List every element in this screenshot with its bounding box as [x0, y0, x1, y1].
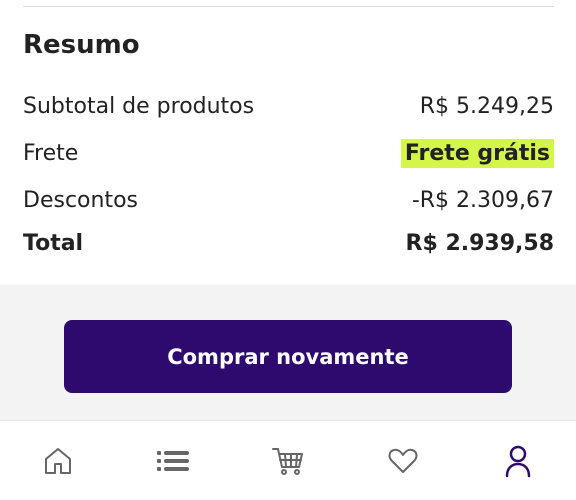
heart-icon — [388, 448, 418, 473]
total-label: Total — [23, 230, 84, 256]
total-row: Total R$ 2.939,58 — [23, 226, 554, 260]
bottom-nav — [0, 420, 576, 500]
subtotal-label: Subtotal de produtos — [23, 93, 255, 119]
cart-icon — [272, 448, 303, 475]
buy-again-button[interactable]: Comprar novamente — [64, 320, 512, 393]
discount-value: -R$ 2.309,67 — [411, 187, 554, 213]
free-shipping-badge: Frete grátis — [400, 138, 554, 168]
top-divider — [23, 6, 554, 7]
nav-list[interactable] — [153, 441, 193, 481]
account-icon — [505, 445, 531, 478]
subtotal-row: Subtotal de produtos R$ 5.249,25 — [23, 89, 554, 123]
home-icon — [45, 448, 71, 474]
summary-title: Resumo — [23, 30, 140, 60]
list-icon — [157, 451, 189, 471]
order-summary: Resumo Subtotal de produtos R$ 5.249,25 … — [0, 0, 576, 285]
shipping-label: Frete — [23, 140, 79, 166]
shipping-row: Frete Frete grátis — [23, 136, 554, 170]
total-value: R$ 2.939,58 — [405, 230, 554, 256]
nav-home[interactable] — [38, 441, 78, 481]
nav-account[interactable] — [498, 441, 538, 481]
discount-label: Descontos — [23, 187, 138, 213]
subtotal-value: R$ 5.249,25 — [419, 93, 554, 119]
nav-cart[interactable] — [268, 441, 308, 481]
nav-favorites[interactable] — [383, 441, 423, 481]
discount-row: Descontos -R$ 2.309,67 — [23, 183, 554, 217]
